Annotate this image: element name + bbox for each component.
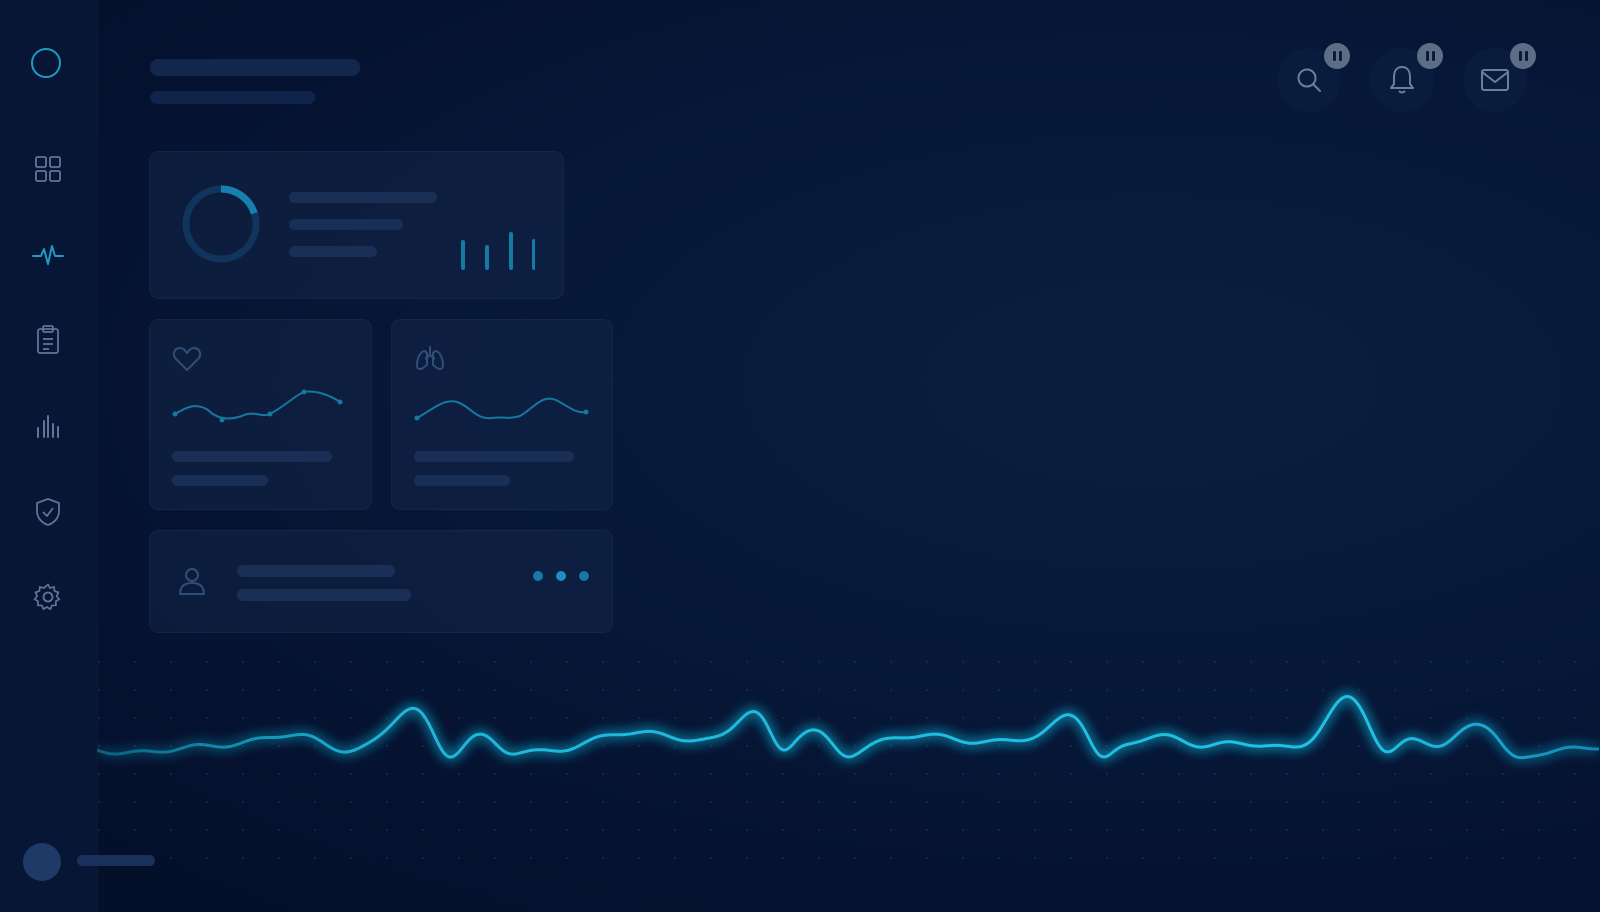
mail-icon: [1481, 69, 1509, 91]
heart-trend-line: [172, 389, 343, 423]
notifications-button[interactable]: [1370, 43, 1443, 112]
sidebar-item-analytics[interactable]: [22, 400, 74, 452]
patient-detail: [237, 589, 411, 601]
lungs-line-2: [414, 475, 510, 486]
summary-line-2: [289, 219, 403, 230]
pause-icon[interactable]: [1510, 43, 1536, 69]
patient-name: [237, 565, 395, 577]
sidebar-item-dashboard[interactable]: [22, 143, 74, 195]
gear-icon: [33, 583, 61, 611]
sidebar-item-activity[interactable]: [22, 229, 74, 281]
clipboard-icon: [37, 325, 59, 354]
sidebar: [0, 0, 155, 912]
page-title: [150, 59, 360, 76]
summary-card[interactable]: [149, 151, 564, 299]
pause-icon[interactable]: [1324, 43, 1350, 69]
sidebar-item-settings[interactable]: [22, 571, 74, 623]
ecg-waveform: [97, 660, 1600, 860]
mini-bar-chart: [461, 232, 535, 270]
heart-card[interactable]: [149, 319, 372, 510]
pulse-icon: [32, 245, 64, 265]
lungs-icon: [416, 346, 444, 370]
search-icon: [1297, 68, 1321, 92]
sidebar-item-security[interactable]: [22, 486, 74, 538]
heart-line-1: [172, 451, 332, 462]
lungs-trend-line: [414, 397, 589, 421]
lungs-line-1: [414, 451, 574, 462]
avatar[interactable]: [23, 843, 61, 881]
search-button[interactable]: [1277, 43, 1350, 112]
circle-logo-icon[interactable]: [31, 48, 61, 78]
pause-icon[interactable]: [1417, 43, 1443, 69]
lungs-card[interactable]: [391, 319, 613, 510]
patient-card[interactable]: [149, 530, 613, 633]
summary-line-3: [289, 246, 377, 257]
grid-icon: [35, 156, 61, 182]
progress-ring: [182, 185, 260, 263]
user-icon: [179, 568, 205, 595]
shield-check-icon: [36, 498, 60, 526]
sidebar-item-records[interactable]: [22, 314, 74, 366]
bell-icon: [1390, 66, 1414, 94]
heart-icon: [172, 347, 202, 371]
messages-button[interactable]: [1463, 43, 1536, 112]
page-subtitle: [150, 91, 315, 104]
bar-chart-icon: [37, 415, 59, 438]
summary-line-1: [289, 192, 437, 203]
more-dots[interactable]: [533, 571, 589, 581]
heart-line-2: [172, 475, 268, 486]
